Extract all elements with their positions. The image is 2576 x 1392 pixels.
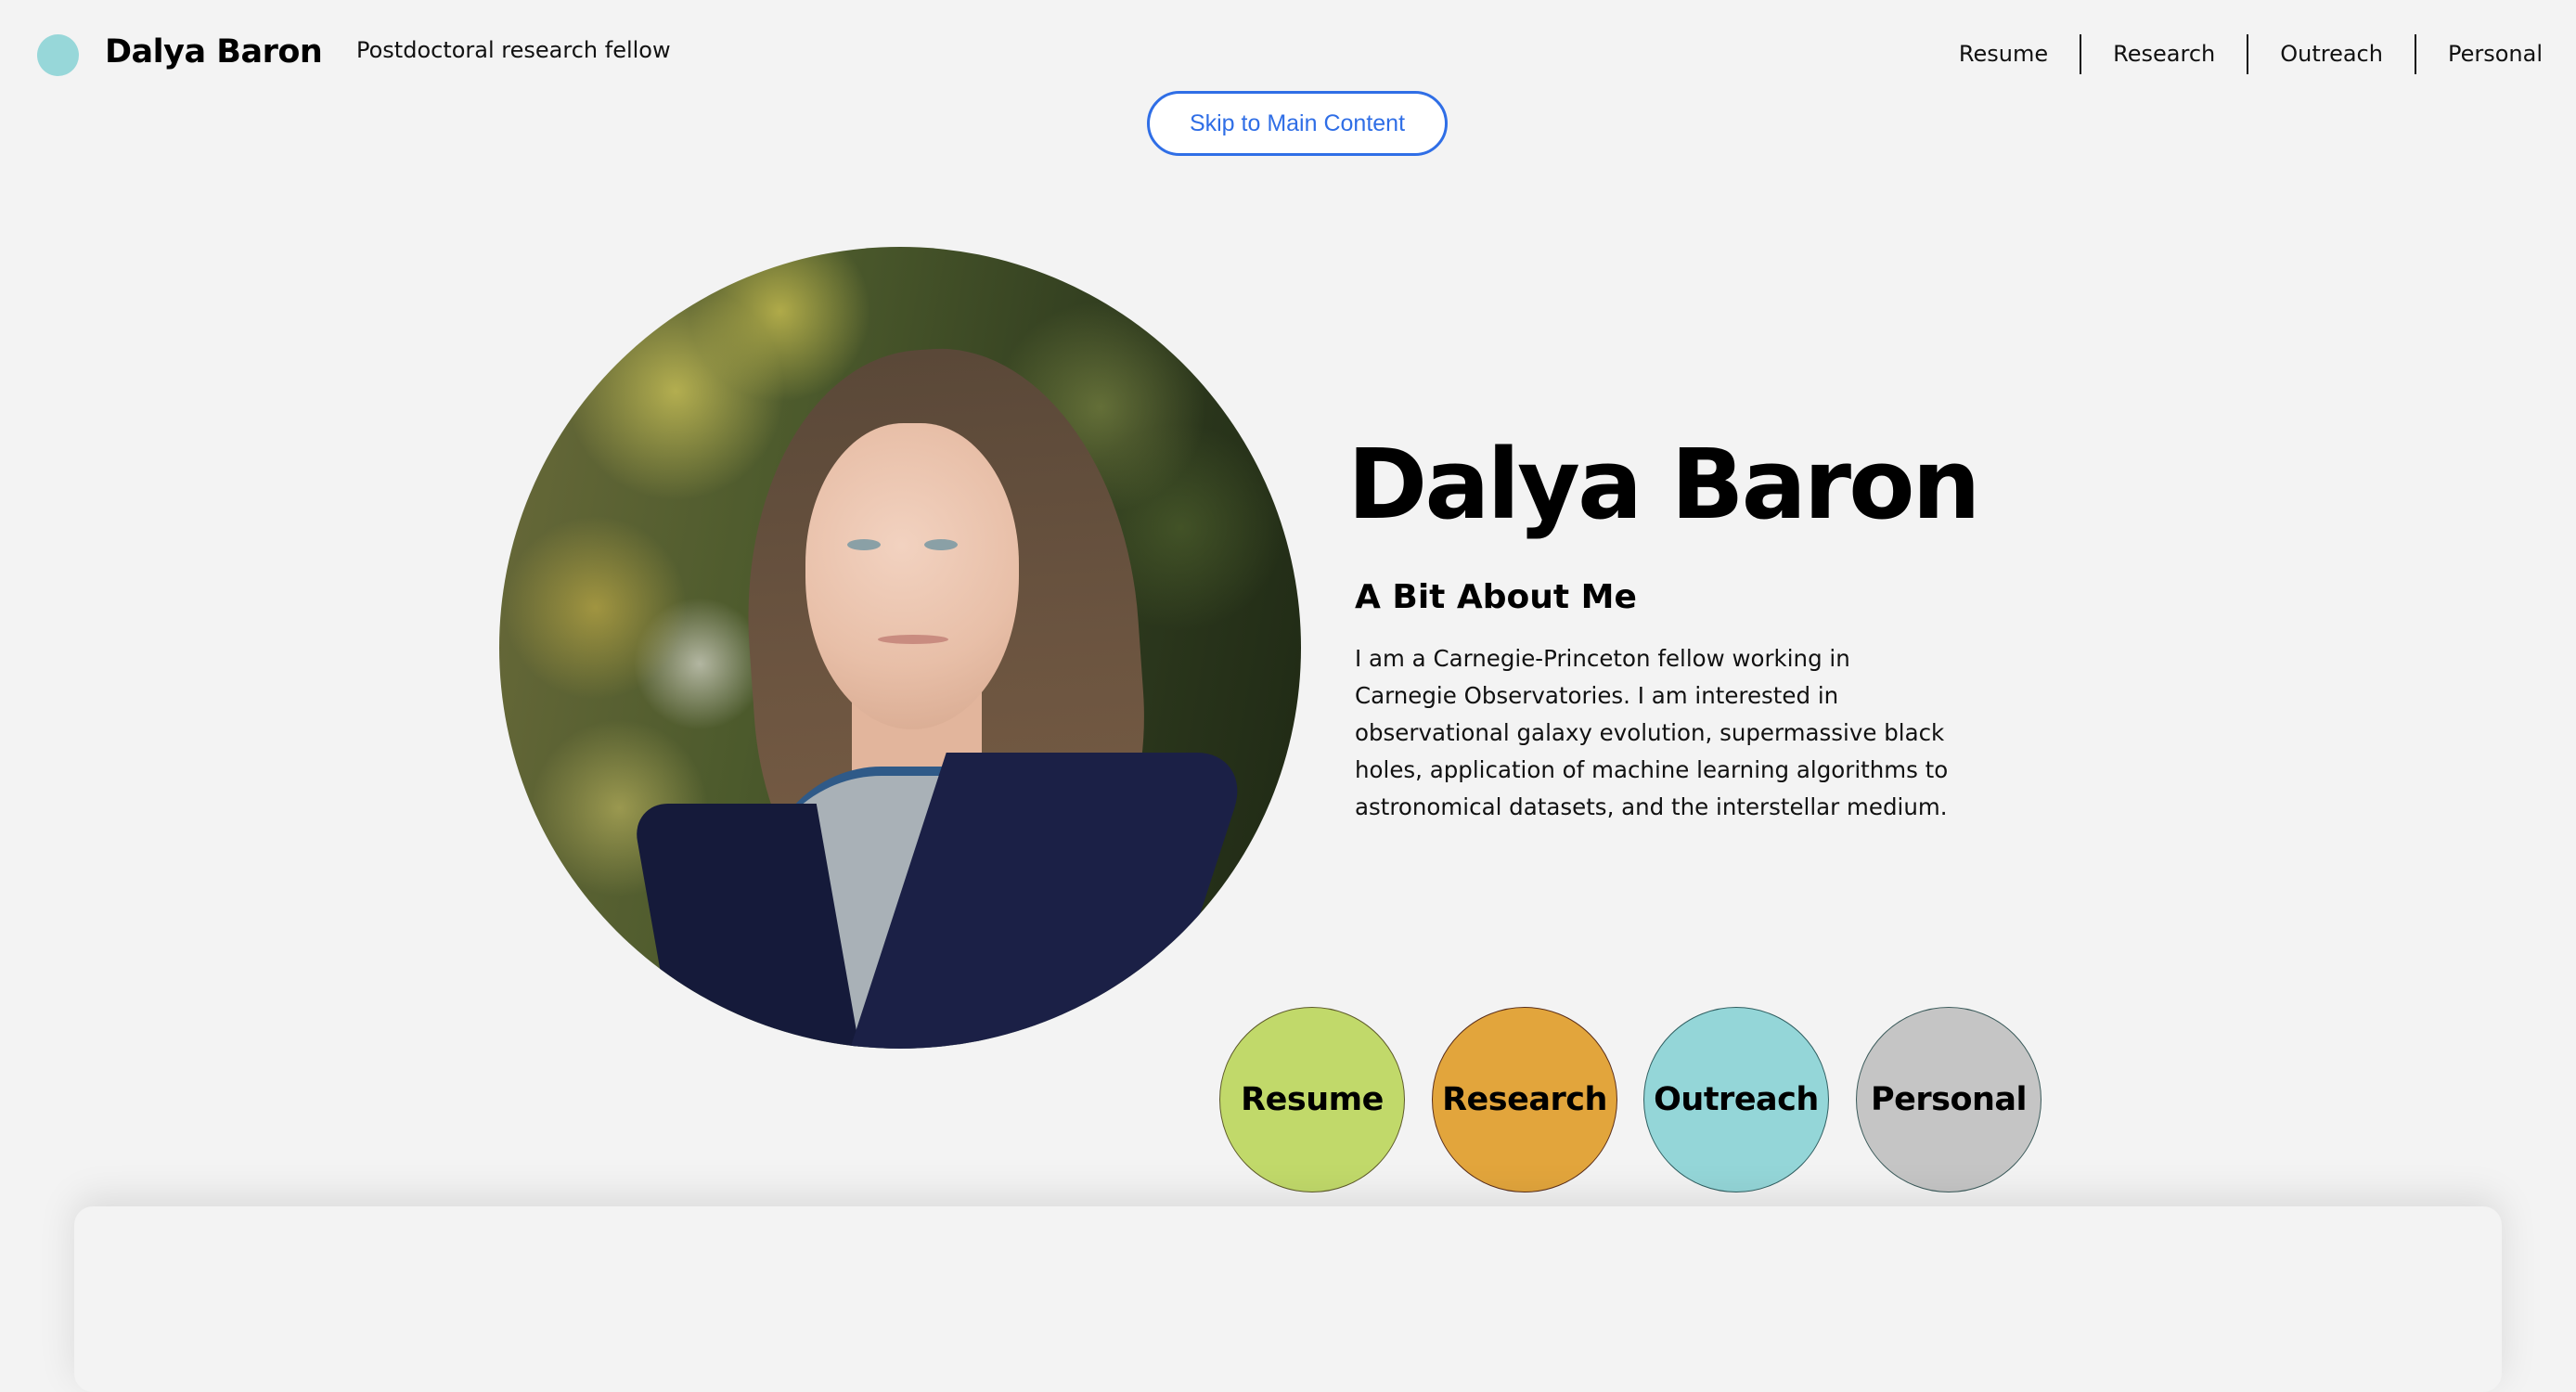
logo-dot-icon[interactable]: [37, 34, 79, 76]
nav-item-resume[interactable]: Resume: [1927, 34, 2080, 74]
portrait-eye-right: [924, 539, 958, 550]
about-paragraph: I am a Carnegie-Princeton fellow working…: [1355, 640, 2004, 826]
about-line: I am a Carnegie-Princeton fellow working…: [1355, 645, 1850, 672]
nav-item-research[interactable]: Research: [2081, 34, 2247, 74]
top-navigation: Resume Research Outreach Personal: [1927, 34, 2543, 74]
section-button-resume[interactable]: Resume: [1219, 1007, 1405, 1192]
about-line: astronomical datasets, and the interstel…: [1355, 793, 1948, 820]
portrait-eye-left: [847, 539, 881, 550]
site-title[interactable]: Dalya Baron: [105, 30, 323, 74]
skip-to-main-content-button[interactable]: Skip to Main Content: [1147, 91, 1448, 156]
content-card-edge: [74, 1206, 2502, 1392]
section-button-personal[interactable]: Personal: [1856, 1007, 2041, 1192]
about-line: Carnegie Observatories. I am interested …: [1355, 682, 1839, 709]
about-line: observational galaxy evolution, supermas…: [1355, 719, 1945, 746]
nav-item-outreach[interactable]: Outreach: [2248, 34, 2415, 74]
section-button-outreach[interactable]: Outreach: [1643, 1007, 1829, 1192]
page-title: Dalya Baron: [1347, 428, 1981, 541]
section-button-research[interactable]: Research: [1432, 1007, 1617, 1192]
site-tagline: Postdoctoral research fellow: [356, 37, 671, 63]
portrait-photo: [499, 247, 1301, 1049]
nav-item-personal[interactable]: Personal: [2416, 34, 2543, 74]
portrait-face: [805, 423, 1019, 729]
portrait-mouth: [878, 635, 948, 644]
about-heading: A Bit About Me: [1355, 578, 1637, 616]
about-line: holes, application of machine learning a…: [1355, 756, 1949, 783]
